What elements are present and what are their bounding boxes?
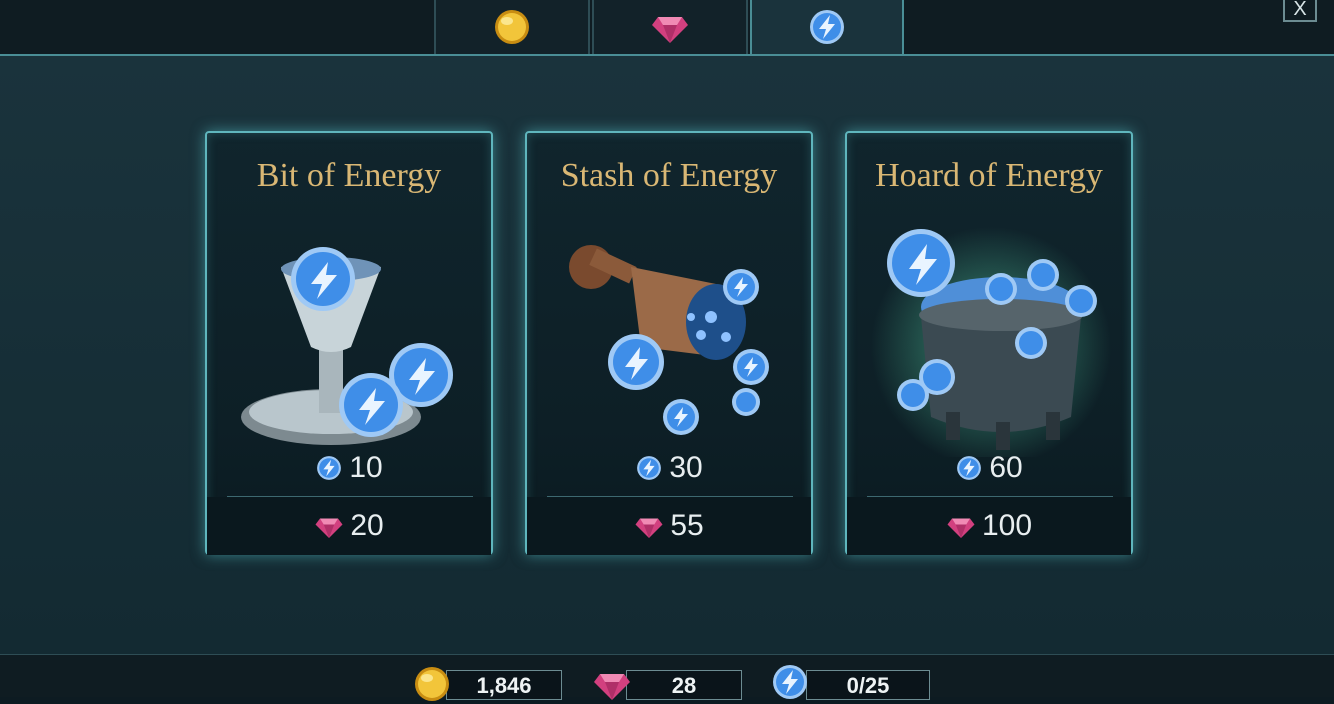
- energy-amount-value: 60: [989, 451, 1023, 484]
- tab-energy[interactable]: [750, 0, 904, 54]
- goblet-energy-illustration: [241, 247, 453, 445]
- offer-card-hoard-of-energy[interactable]: Hoard of Energy 60 100: [845, 131, 1133, 555]
- gold-coin-icon: [415, 667, 449, 701]
- price-value: 55: [670, 509, 704, 542]
- energy-amount-value: 10: [349, 451, 383, 484]
- gem-icon: [635, 518, 663, 538]
- tab-gems[interactable]: [592, 0, 748, 54]
- energy-icon: [317, 456, 342, 480]
- energy-amount-value: 30: [669, 451, 703, 484]
- price-button[interactable]: 20: [207, 497, 491, 555]
- energy-icon: [957, 456, 982, 480]
- energy-amount: 30: [527, 451, 811, 485]
- offer-title: Bit of Energy: [256, 157, 442, 194]
- gem-icon: [652, 17, 688, 43]
- gem-icon: [315, 518, 343, 538]
- close-button[interactable]: X: [1283, 0, 1317, 22]
- price-value: 100: [981, 509, 1033, 542]
- energy-amount: 10: [207, 451, 491, 485]
- spilled-cup-energy-illustration: [569, 245, 769, 435]
- price-button[interactable]: 55: [527, 497, 811, 555]
- offer-card-bit-of-energy[interactable]: Bit of Energy 10 20: [205, 131, 493, 555]
- energy-icon: [637, 456, 662, 480]
- price-button[interactable]: 100: [847, 497, 1131, 555]
- gold-coin-icon: [495, 10, 529, 44]
- cauldron-energy-illustration: [871, 227, 1111, 457]
- offer-title: Stash of Energy: [560, 157, 778, 194]
- energy-icon: [810, 10, 844, 44]
- energy-icon: [773, 665, 807, 699]
- offer-title: Hoard of Energy: [875, 157, 1103, 194]
- price-value: 20: [350, 509, 384, 542]
- gem-icon: [594, 674, 630, 700]
- offer-card-stash-of-energy[interactable]: Stash of Energy 30 55: [525, 131, 813, 555]
- gem-icon: [947, 518, 975, 538]
- tab-coins[interactable]: [434, 0, 590, 54]
- energy-amount: 60: [847, 451, 1131, 485]
